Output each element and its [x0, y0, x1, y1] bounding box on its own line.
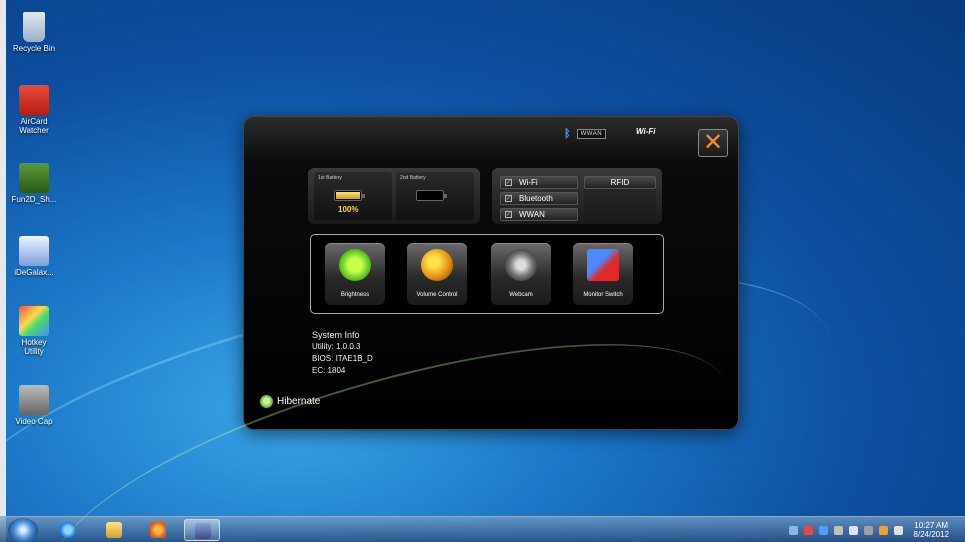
desktop-icon-label: Hotkey Utility — [21, 338, 47, 356]
wwan-label: WWAN — [519, 210, 545, 219]
battery-percent: 100% — [338, 205, 359, 214]
wifi-label: Wi-Fi — [519, 178, 538, 187]
monitor-switch-label: Monitor Switch — [583, 292, 623, 298]
hotkey-utility-icon — [195, 523, 211, 539]
webcam-label: Webcam — [509, 292, 533, 298]
system-info-heading: System Info — [312, 330, 360, 340]
volume-tray-icon[interactable] — [894, 525, 904, 535]
status-indicators: ᛒ WWAN — [564, 127, 607, 141]
power-tray-icon[interactable] — [864, 525, 874, 535]
galaxy-icon — [19, 236, 49, 266]
checkbox-icon: ✓ — [505, 211, 512, 218]
power-icon: ⏻ — [260, 395, 273, 408]
aircard-icon — [19, 85, 49, 115]
recycle-bin-shortcut[interactable]: Recycle Bin — [6, 12, 62, 53]
volume-icon — [421, 249, 453, 281]
utility-version: Utility: 1.0.0.3 — [312, 342, 361, 351]
checkbox-icon: ✓ — [505, 195, 512, 202]
brightness-label: Brightness — [340, 292, 370, 298]
bluetooth-tray-icon[interactable] — [819, 525, 829, 535]
wireless-tray-icon[interactable] — [834, 525, 844, 535]
hotkey-icon — [19, 306, 49, 336]
folder-icon — [106, 522, 122, 538]
video-capture-icon — [19, 385, 49, 415]
desktop-icon-label: iDeGalax... — [14, 268, 54, 277]
network-tray-icon[interactable] — [789, 525, 799, 535]
start-button[interactable] — [8, 518, 38, 542]
taskbar-file-explorer[interactable] — [96, 519, 132, 541]
taskbar: 10:27 AM 8/24/2012 — [0, 516, 965, 542]
degalax-shortcut[interactable]: iDeGalax... — [6, 236, 62, 277]
bluetooth-toggle[interactable]: ✓ Bluetooth — [500, 192, 578, 205]
recycle-bin-icon — [23, 12, 45, 42]
battery-level-fill — [336, 192, 360, 199]
aircard-watcher-shortcut[interactable]: AirCard Watcher — [6, 85, 62, 135]
first-battery: 1st Battery 100% — [314, 172, 392, 220]
internet-explorer-icon — [60, 522, 76, 538]
video-cap-shortcut[interactable]: Video Cap — [6, 385, 62, 426]
rfid-toggle[interactable]: RFID — [584, 176, 656, 222]
desktop-icon-label: Recycle Bin — [12, 44, 56, 53]
bluetooth-icon: ᛒ — [564, 128, 571, 140]
hotkey-utility-window: ᛒ WWAN Wi-Fi ✕ 1st Battery 100% 2nd Batt… — [244, 117, 738, 429]
desktop-icon-label: Video Cap — [15, 417, 53, 426]
battery-icon — [334, 190, 365, 201]
monitor-switch-button[interactable]: Monitor Switch — [573, 243, 633, 305]
alert-tray-icon[interactable] — [804, 525, 814, 535]
battery-label: 1st Battery — [318, 175, 342, 181]
taskbar-internet-explorer[interactable] — [50, 519, 86, 541]
update-tray-icon[interactable] — [879, 525, 889, 535]
desktop-icon-label: AirCard Watcher — [19, 117, 49, 135]
desktop-icon-label: Fun2D_Sh... — [11, 195, 57, 204]
brightness-icon — [339, 249, 371, 281]
webcam-button[interactable]: Webcam — [491, 243, 551, 305]
function-panel: Brightness Volume Control Webcam Monitor… — [310, 234, 664, 314]
bios-version: BIOS: ITAE1B_D — [312, 354, 373, 363]
hibernate-label: Hibernate — [277, 396, 321, 407]
clock-time: 10:27 AM — [914, 521, 949, 530]
fun2d-icon — [19, 163, 49, 193]
second-battery: 2nd Battery — [396, 172, 474, 220]
clock-date: 8/24/2012 — [913, 530, 949, 539]
wifi-status-badge: Wi-Fi — [636, 127, 656, 136]
hotkey-utility-shortcut[interactable]: Hotkey Utility — [6, 306, 62, 356]
hibernate-button[interactable]: ⏻ Hibernate — [260, 395, 320, 408]
brightness-button[interactable]: Brightness — [325, 243, 385, 305]
monitor-switch-icon — [587, 249, 619, 281]
wwan-status-badge: WWAN — [576, 129, 607, 139]
taskbar-media-player[interactable] — [140, 519, 176, 541]
webcam-icon — [505, 249, 537, 281]
system-tray: 10:27 AM 8/24/2012 — [789, 521, 949, 539]
fun2d-shortcut[interactable]: Fun2D_Sh... — [6, 163, 62, 204]
bluetooth-label: Bluetooth — [519, 194, 553, 203]
action-center-tray-icon[interactable] — [849, 525, 859, 535]
wireless-panel: ✓ Wi-Fi ✓ Bluetooth ✓ WWAN RFID — [492, 168, 662, 224]
checkbox-icon: ✓ — [505, 179, 512, 186]
battery-panel: 1st Battery 100% 2nd Battery — [308, 168, 480, 224]
close-button[interactable]: ✕ — [698, 129, 728, 157]
battery-label: 2nd Battery — [400, 175, 426, 181]
media-player-icon — [150, 522, 166, 538]
taskbar-hotkey-utility[interactable] — [184, 519, 220, 541]
ec-version: EC: 1804 — [312, 366, 346, 375]
wifi-toggle[interactable]: ✓ Wi-Fi — [500, 176, 578, 189]
rfid-label: RFID — [584, 176, 656, 189]
clock[interactable]: 10:27 AM 8/24/2012 — [913, 521, 949, 539]
battery-icon — [416, 190, 447, 201]
wwan-toggle[interactable]: ✓ WWAN — [500, 208, 578, 221]
volume-control-button[interactable]: Volume Control — [407, 243, 467, 305]
desktop: Recycle Bin AirCard Watcher Fun2D_Sh... … — [0, 0, 965, 542]
volume-label: Volume Control — [416, 292, 458, 298]
system-info: System Info Utility: 1.0.0.3 BIOS: ITAE1… — [312, 329, 373, 377]
